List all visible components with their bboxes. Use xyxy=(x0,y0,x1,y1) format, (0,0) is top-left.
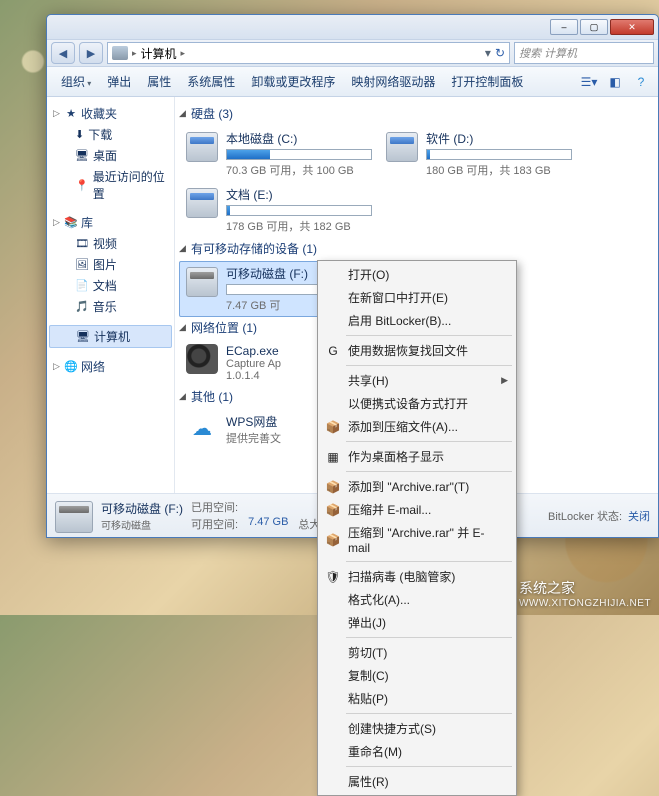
sidebar-item[interactable]: ⬇下载 xyxy=(47,124,174,145)
help-icon[interactable]: ? xyxy=(630,71,652,93)
context-menu-item[interactable]: 复制(C) xyxy=(320,664,514,687)
refresh-icon[interactable]: ↻ xyxy=(495,46,505,60)
drive-item[interactable]: 本地磁盘 (C:)70.3 GB 可用，共 100 GB xyxy=(179,126,379,182)
minimize-button[interactable]: – xyxy=(550,19,578,35)
context-menu-separator xyxy=(346,637,512,638)
sidebar-item[interactable]: 🎞视频 xyxy=(47,233,174,254)
context-menu-item[interactable]: 属性(R) xyxy=(320,770,514,793)
drive-item[interactable]: 文档 (E:)178 GB 可用，共 182 GB xyxy=(179,182,379,238)
category-header[interactable]: ◢硬盘 (3) xyxy=(179,103,654,126)
context-menu-item[interactable]: 共享(H)▶ xyxy=(320,369,514,392)
drive-icon xyxy=(186,132,218,162)
toolbar: 组织 弹出 属性 系统属性 卸载或更改程序 映射网络驱动器 打开控制面板 ☰▾ … xyxy=(47,67,658,97)
context-menu-item[interactable]: 📦压缩并 E-mail... xyxy=(320,498,514,521)
chevron-right-icon: ▸ xyxy=(132,48,137,59)
dropdown-icon[interactable]: ▾ xyxy=(485,46,491,60)
toolbar-organize[interactable]: 组织 xyxy=(53,70,99,93)
preview-pane-icon[interactable]: ◧ xyxy=(604,71,626,93)
context-menu-item[interactable]: 格式化(A)... xyxy=(320,588,514,611)
context-menu-separator xyxy=(346,441,512,442)
context-menu-separator xyxy=(346,561,512,562)
context-menu-item[interactable]: 📦添加到压缩文件(A)... xyxy=(320,415,514,438)
sidebar-item[interactable]: 📍最近访问的位置 xyxy=(47,166,174,204)
chevron-right-icon[interactable]: ▸ xyxy=(181,48,186,59)
search-input[interactable]: 搜索 计算机 xyxy=(514,42,654,64)
toolbar-properties[interactable]: 属性 xyxy=(139,70,179,93)
category-header[interactable]: ◢有可移动存储的设备 (1) xyxy=(179,238,654,261)
toolbar-uninstall[interactable]: 卸载或更改程序 xyxy=(243,70,343,93)
sidebar-item[interactable]: 🖼图片 xyxy=(47,254,174,275)
breadcrumb-item[interactable]: 计算机 xyxy=(141,45,177,62)
drive-icon xyxy=(186,188,218,218)
view-icon[interactable]: ☰▾ xyxy=(578,71,600,93)
context-menu-item[interactable]: 创建快捷方式(S) xyxy=(320,717,514,740)
watermark-url: WWW.XITONGZHIJIA.NET xyxy=(519,598,651,609)
context-menu-item[interactable]: G使用数据恢复找回文件 xyxy=(320,339,514,362)
context-menu-separator xyxy=(346,335,512,336)
sidebar-item[interactable]: 🖥桌面 xyxy=(47,145,174,166)
close-button[interactable]: ✕ xyxy=(610,19,654,35)
status-drive-name: 可移动磁盘 (F:) xyxy=(101,500,183,517)
status-bitlocker-value: 关闭 xyxy=(628,508,650,524)
sidebar: ▷★收藏夹⬇下载🖥桌面📍最近访问的位置 ▷📚库🎞视频🖼图片📄文档🎵音乐 🖥计算机 ▷🌐… xyxy=(47,97,175,493)
context-menu-separator xyxy=(346,766,512,767)
context-menu-item[interactable]: 📦压缩到 "Archive.rar" 并 E-mail xyxy=(320,521,514,558)
sidebar-item-computer[interactable]: 🖥计算机 xyxy=(49,325,172,348)
context-menu-item[interactable]: 粘贴(P) xyxy=(320,687,514,710)
drive-item[interactable]: 软件 (D:)180 GB 可用，共 183 GB xyxy=(379,126,579,182)
context-menu-separator xyxy=(346,365,512,366)
titlebar: – ▢ ✕ xyxy=(47,15,658,39)
context-menu-item[interactable]: 重命名(M) xyxy=(320,740,514,763)
toolbar-eject[interactable]: 弹出 xyxy=(99,70,139,93)
explorer-window: – ▢ ✕ ◀ ▶ ▸ 计算机 ▸ ▾ ↻ 搜索 计算机 组织 弹出 属性 系统… xyxy=(46,14,659,538)
breadcrumb[interactable]: ▸ 计算机 ▸ ▾ ↻ xyxy=(107,42,510,64)
sidebar-group-收藏夹[interactable]: ▷★收藏夹 xyxy=(47,103,174,124)
toolbar-map-drive[interactable]: 映射网络驱动器 xyxy=(343,70,443,93)
context-menu-item[interactable]: 以便携式设备方式打开 xyxy=(320,392,514,415)
address-bar: ◀ ▶ ▸ 计算机 ▸ ▾ ↻ 搜索 计算机 xyxy=(47,39,658,67)
context-menu-item[interactable]: 弹出(J) xyxy=(320,611,514,634)
sidebar-item[interactable]: 🎵音乐 xyxy=(47,296,174,317)
drive-icon xyxy=(55,501,93,533)
context-menu-item[interactable]: 打开(O) xyxy=(320,263,514,286)
context-menu-separator xyxy=(346,713,512,714)
sidebar-item[interactable]: 📄文档 xyxy=(47,275,174,296)
context-menu-item[interactable]: 🛡扫描病毒 (电脑管家) xyxy=(320,565,514,588)
back-button[interactable]: ◀ xyxy=(51,42,75,64)
computer-icon xyxy=(112,46,128,60)
maximize-button[interactable]: ▢ xyxy=(580,19,608,35)
sidebar-group-库[interactable]: ▷📚库 xyxy=(47,212,174,233)
toolbar-control-panel[interactable]: 打开控制面板 xyxy=(443,70,531,93)
drive-icon xyxy=(386,132,418,162)
context-menu-item[interactable]: 📦添加到 "Archive.rar"(T) xyxy=(320,475,514,498)
context-menu-item[interactable]: ▦作为桌面格子显示 xyxy=(320,445,514,468)
toolbar-system-properties[interactable]: 系统属性 xyxy=(179,70,243,93)
context-menu-item[interactable]: 启用 BitLocker(B)... xyxy=(320,309,514,332)
status-bitlocker-label: BitLocker 状态: xyxy=(548,508,622,524)
forward-button[interactable]: ▶ xyxy=(79,42,103,64)
camera-icon xyxy=(186,344,218,374)
context-menu: 打开(O)在新窗口中打开(E)启用 BitLocker(B)... G使用数据恢复… xyxy=(317,260,517,796)
context-menu-separator xyxy=(346,471,512,472)
status-drive-type: 可移动磁盘 xyxy=(101,517,183,532)
context-menu-item[interactable]: 在新窗口中打开(E) xyxy=(320,286,514,309)
cloud-icon: ☁ xyxy=(186,413,218,443)
watermark-name: 系统之家 xyxy=(519,578,651,598)
sidebar-group-网络[interactable]: ▷🌐网络 xyxy=(47,356,174,377)
context-menu-item[interactable]: 剪切(T) xyxy=(320,641,514,664)
drive-icon xyxy=(186,267,218,297)
